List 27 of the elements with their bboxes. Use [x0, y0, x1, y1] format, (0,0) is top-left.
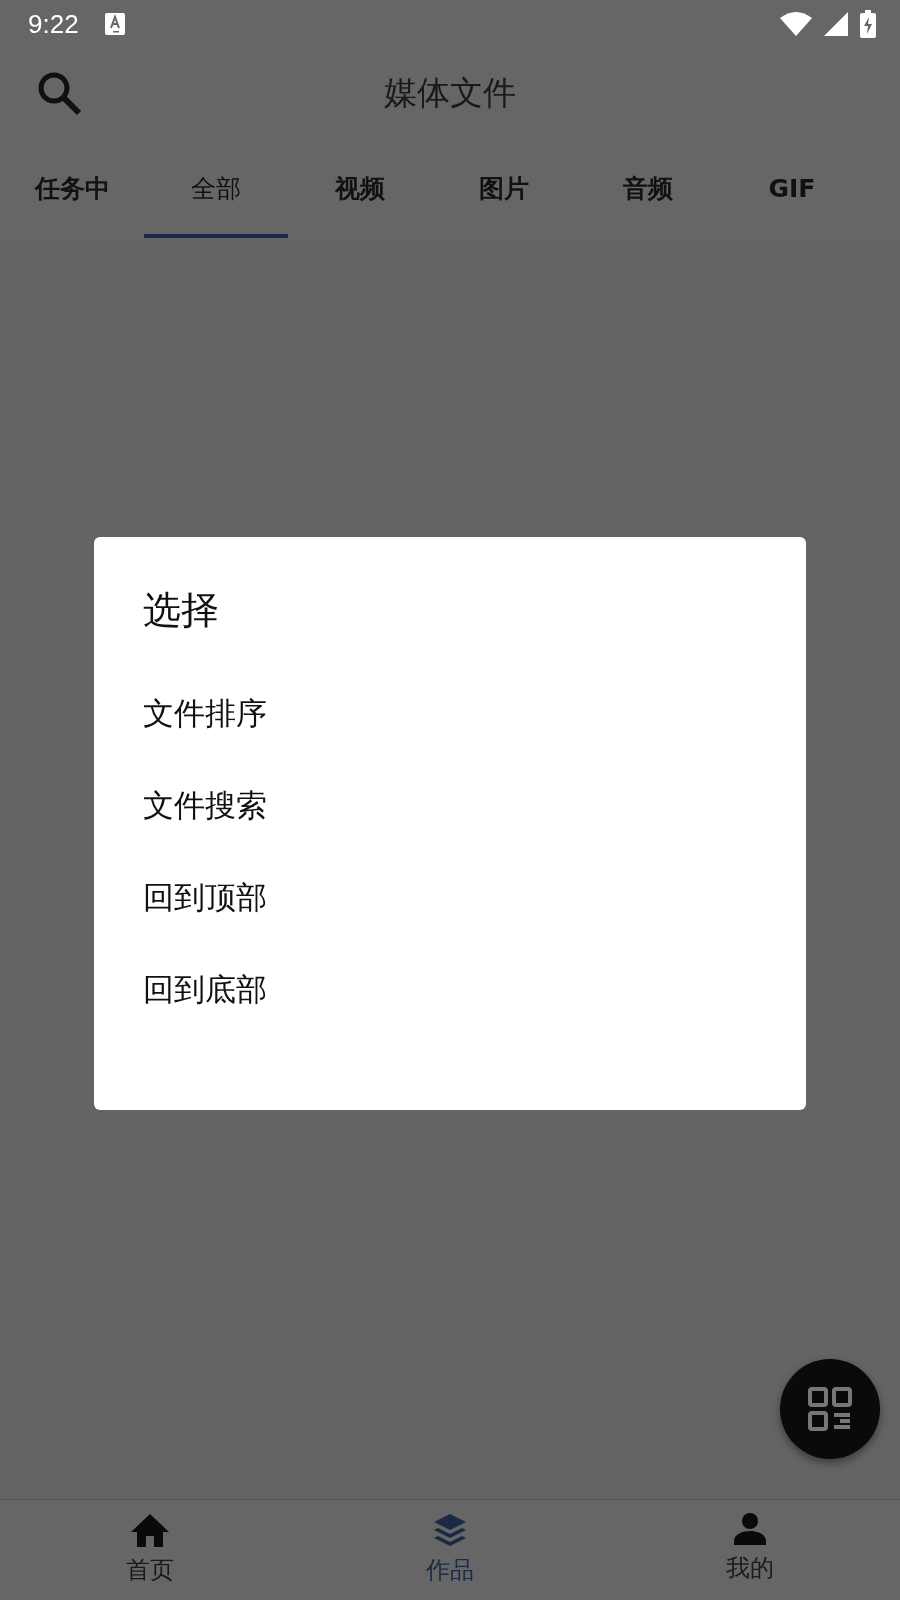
dialog-option[interactable]: 回到顶部: [94, 852, 806, 944]
dialog-option[interactable]: 文件搜索: [94, 760, 806, 852]
dialog-option[interactable]: 回到底部: [94, 944, 806, 1036]
grid-list-icon: [808, 1387, 852, 1431]
nav-item[interactable]: 作品: [300, 1500, 600, 1600]
keyboard-notification-icon: [104, 13, 125, 35]
nav-item[interactable]: 首页: [0, 1500, 300, 1600]
tab[interactable]: GIF: [720, 138, 864, 238]
status-time: 9:22: [28, 8, 79, 40]
dialog-option[interactable]: 文件排序: [94, 668, 806, 760]
tab[interactable]: 图片: [432, 138, 576, 238]
home-icon: [130, 1512, 170, 1548]
layers-icon: [433, 1512, 467, 1548]
tab[interactable]: 全部: [144, 138, 288, 238]
search-button[interactable]: [36, 70, 82, 116]
grid-menu-button[interactable]: [780, 1359, 880, 1459]
person-icon: [733, 1512, 767, 1546]
wifi-icon: [780, 12, 812, 36]
dialog-title: 选择: [143, 587, 219, 634]
search-icon: [36, 70, 82, 116]
signal-icon: [824, 12, 848, 36]
tab[interactable]: 视频: [288, 138, 432, 238]
tab[interactable]: 音频: [576, 138, 720, 238]
tab[interactable]: 任务中: [0, 138, 144, 238]
battery-charging-icon: [860, 10, 876, 38]
nav-item[interactable]: 我的: [600, 1500, 900, 1600]
app-title: 媒体文件: [384, 72, 516, 112]
